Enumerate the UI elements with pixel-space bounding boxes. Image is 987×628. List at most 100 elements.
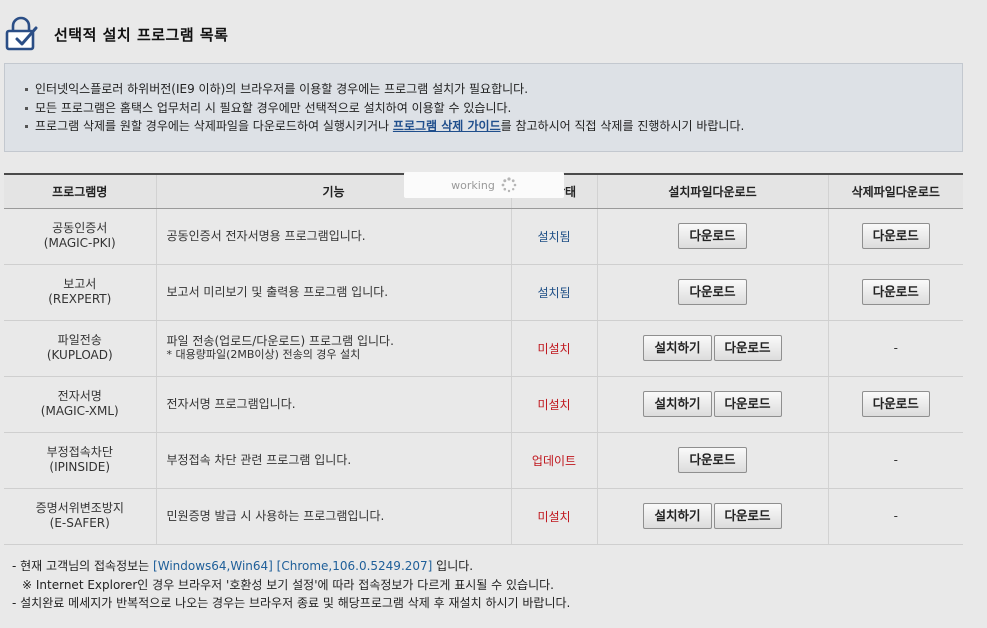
delete-download-cell: 다운로드 — [827, 208, 963, 265]
status-cell: 미설치 — [510, 320, 597, 377]
table-row: 보고서 (REXPERT) 보고서 미리보기 및 출력용 프로그램 입니다. 설… — [4, 264, 963, 321]
program-name-cell: 파일전송 (KUPLOAD) — [4, 320, 156, 377]
install-download-button[interactable]: 다운로드 — [678, 447, 747, 473]
program-name-cell: 보고서 (REXPERT) — [4, 264, 156, 321]
program-code: (KUPLOAD) — [46, 348, 113, 362]
program-name-cell: 증명서위변조방지 (E-SAFER) — [4, 488, 156, 545]
working-label: working — [451, 178, 495, 192]
program-name-cell: 공동인증서 (MAGIC-PKI) — [4, 208, 156, 265]
program-name: 공동인증서 — [52, 221, 108, 235]
delete-download-cell: - — [827, 432, 963, 489]
install-download-cell: 설치하기 다운로드 — [596, 488, 828, 545]
install-download-button[interactable]: 다운로드 — [713, 335, 782, 361]
no-delete-file: - — [893, 509, 898, 523]
no-delete-file: - — [893, 341, 898, 355]
program-code: (IPINSIDE) — [49, 460, 111, 474]
install-download-button[interactable]: 다운로드 — [713, 503, 782, 529]
footer-text: 입니다. — [432, 559, 474, 573]
program-code: (E-SAFER) — [49, 516, 110, 530]
table-row: 전자서명 (MAGIC-XML) 전자서명 프로그램입니다. 미설치 설치하기 다… — [4, 376, 963, 433]
table-row: 파일전송 (KUPLOAD) 파일 전송(업로드/다운로드) 프로그램 입니다.… — [4, 320, 963, 377]
spinner-icon — [501, 177, 517, 193]
program-code: (REXPERT) — [48, 292, 112, 306]
program-name: 전자서명 — [57, 389, 102, 403]
table-body: 공동인증서 (MAGIC-PKI) 공동인증서 전자서명용 프로그램입니다. 설… — [4, 208, 963, 545]
footer-line: - 설치완료 메세지가 반복적으로 나오는 경우는 브라우저 종료 및 해당프로… — [12, 596, 571, 610]
function-text: 파일 전송(업로드/다운로드) 프로그램 입니다. — [166, 334, 394, 348]
table-row: 부정접속차단 (IPINSIDE) 부정접속 차단 관련 프로그램 입니다. 업… — [4, 432, 963, 489]
install-download-cell: 다운로드 — [596, 264, 828, 321]
footer-line: - 현재 고객님의 접속정보는 [Windows64,Win64] [Chrom… — [12, 557, 570, 576]
function-text: 전자서명 프로그램입니다. — [166, 397, 296, 411]
delete-download-cell: - — [827, 320, 963, 377]
table-row: 증명서위변조방지 (E-SAFER) 민원증명 발급 시 사용하는 프로그램입니… — [4, 488, 963, 545]
lock-check-icon — [5, 16, 38, 51]
delete-download-button[interactable]: 다운로드 — [861, 279, 930, 305]
function-cell: 민원증명 발급 시 사용하는 프로그램입니다. — [155, 488, 511, 545]
delete-download-cell: 다운로드 — [827, 376, 963, 433]
function-cell: 파일 전송(업로드/다운로드) 프로그램 입니다. * 대용량파일(2MB이상) … — [155, 320, 511, 377]
program-name: 파일전송 — [57, 333, 102, 347]
status-cell: 미설치 — [510, 376, 597, 433]
function-cell: 전자서명 프로그램입니다. — [155, 376, 511, 433]
install-download-cell: 다운로드 — [596, 432, 828, 489]
delete-download-button[interactable]: 다운로드 — [861, 223, 930, 249]
install-download-button[interactable]: 다운로드 — [678, 223, 747, 249]
col-header-delete-download: 삭제파일다운로드 — [827, 173, 963, 209]
working-indicator: working — [404, 172, 564, 198]
connection-info: [Windows64,Win64] [Chrome,106.0.5249.207… — [153, 559, 433, 573]
install-status: 미설치 — [537, 397, 571, 412]
function-text: 민원증명 발급 시 사용하는 프로그램입니다. — [166, 509, 385, 523]
install-status: 미설치 — [537, 341, 571, 356]
delete-download-cell: 다운로드 — [827, 264, 963, 321]
install-status: 업데이트 — [531, 453, 577, 468]
notice-item: 모든 프로그램은 홈택스 업무처리 시 필요할 경우에만 선택적으로 설치하여 … — [23, 99, 962, 118]
install-download-cell: 설치하기 다운로드 — [596, 320, 828, 377]
install-status: 설치됨 — [537, 229, 571, 244]
page-title: 선택적 설치 프로그램 목록 — [54, 25, 229, 44]
table-row: 공동인증서 (MAGIC-PKI) 공동인증서 전자서명용 프로그램입니다. 설… — [4, 208, 963, 265]
notice-text: 를 참고하시어 직접 삭제를 진행하시기 바랍니다. — [500, 119, 745, 133]
install-button[interactable]: 설치하기 — [643, 335, 712, 361]
program-name: 부정접속차단 — [46, 445, 113, 459]
install-button[interactable]: 설치하기 — [643, 503, 712, 529]
install-status: 미설치 — [537, 509, 571, 524]
status-cell: 설치됨 — [510, 264, 597, 321]
function-text: 공동인증서 전자서명용 프로그램입니다. — [166, 229, 366, 243]
install-download-cell: 설치하기 다운로드 — [596, 376, 828, 433]
install-status: 설치됨 — [537, 285, 571, 300]
col-header-install-download: 설치파일다운로드 — [596, 173, 828, 209]
status-cell: 설치됨 — [510, 208, 597, 265]
no-delete-file: - — [893, 453, 898, 467]
page-header: 선택적 설치 프로그램 목록 — [4, 14, 228, 54]
program-code: (MAGIC-XML) — [40, 404, 119, 418]
function-cell: 보고서 미리보기 및 출력용 프로그램 입니다. — [155, 264, 511, 321]
footer-notes: - 현재 고객님의 접속정보는 [Windows64,Win64] [Chrom… — [12, 557, 570, 613]
page: 선택적 설치 프로그램 목록 인터넷익스플로러 하위버전(IE9 이하)의 브라… — [0, 0, 987, 628]
notice-box: 인터넷익스플로러 하위버전(IE9 이하)의 브라우저를 이용할 경우에는 프로… — [4, 63, 963, 152]
footer-text: - 현재 고객님의 접속정보는 — [12, 559, 154, 573]
program-name-cell: 전자서명 (MAGIC-XML) — [4, 376, 156, 433]
status-cell: 업데이트 — [510, 432, 597, 489]
program-table: 프로그램명 기능 설치상태 설치파일다운로드 삭제파일다운로드 공동인증서 (M… — [4, 173, 963, 545]
col-header-program: 프로그램명 — [4, 173, 156, 209]
delete-guide-link[interactable]: 프로그램 삭제 가이드 — [393, 119, 501, 133]
program-name: 증명서위변조방지 — [35, 501, 124, 515]
function-cell: 부정접속 차단 관련 프로그램 입니다. — [155, 432, 511, 489]
program-name-cell: 부정접속차단 (IPINSIDE) — [4, 432, 156, 489]
install-button[interactable]: 설치하기 — [643, 391, 712, 417]
install-download-button[interactable]: 다운로드 — [713, 391, 782, 417]
notice-item: 인터넷익스플로러 하위버전(IE9 이하)의 브라우저를 이용할 경우에는 프로… — [23, 80, 962, 99]
function-text: 부정접속 차단 관련 프로그램 입니다. — [166, 453, 352, 467]
delete-download-cell: - — [827, 488, 963, 545]
footer-line: ※ Internet Explorer인 경우 브라우저 '호환성 보기 설정'… — [22, 577, 554, 592]
function-cell: 공동인증서 전자서명용 프로그램입니다. — [155, 208, 511, 265]
program-code: (MAGIC-PKI) — [43, 236, 116, 250]
notice-text: 프로그램 삭제를 원할 경우에는 삭제파일을 다운로드하여 실행시키거나 — [35, 119, 393, 133]
status-cell: 미설치 — [510, 488, 597, 545]
delete-download-button[interactable]: 다운로드 — [861, 391, 930, 417]
install-download-button[interactable]: 다운로드 — [678, 279, 747, 305]
install-download-cell: 다운로드 — [596, 208, 828, 265]
function-text: 보고서 미리보기 및 출력용 프로그램 입니다. — [166, 285, 389, 299]
function-note: * 대용량파일(2MB이상) 전송의 경우 설치 — [166, 348, 361, 361]
